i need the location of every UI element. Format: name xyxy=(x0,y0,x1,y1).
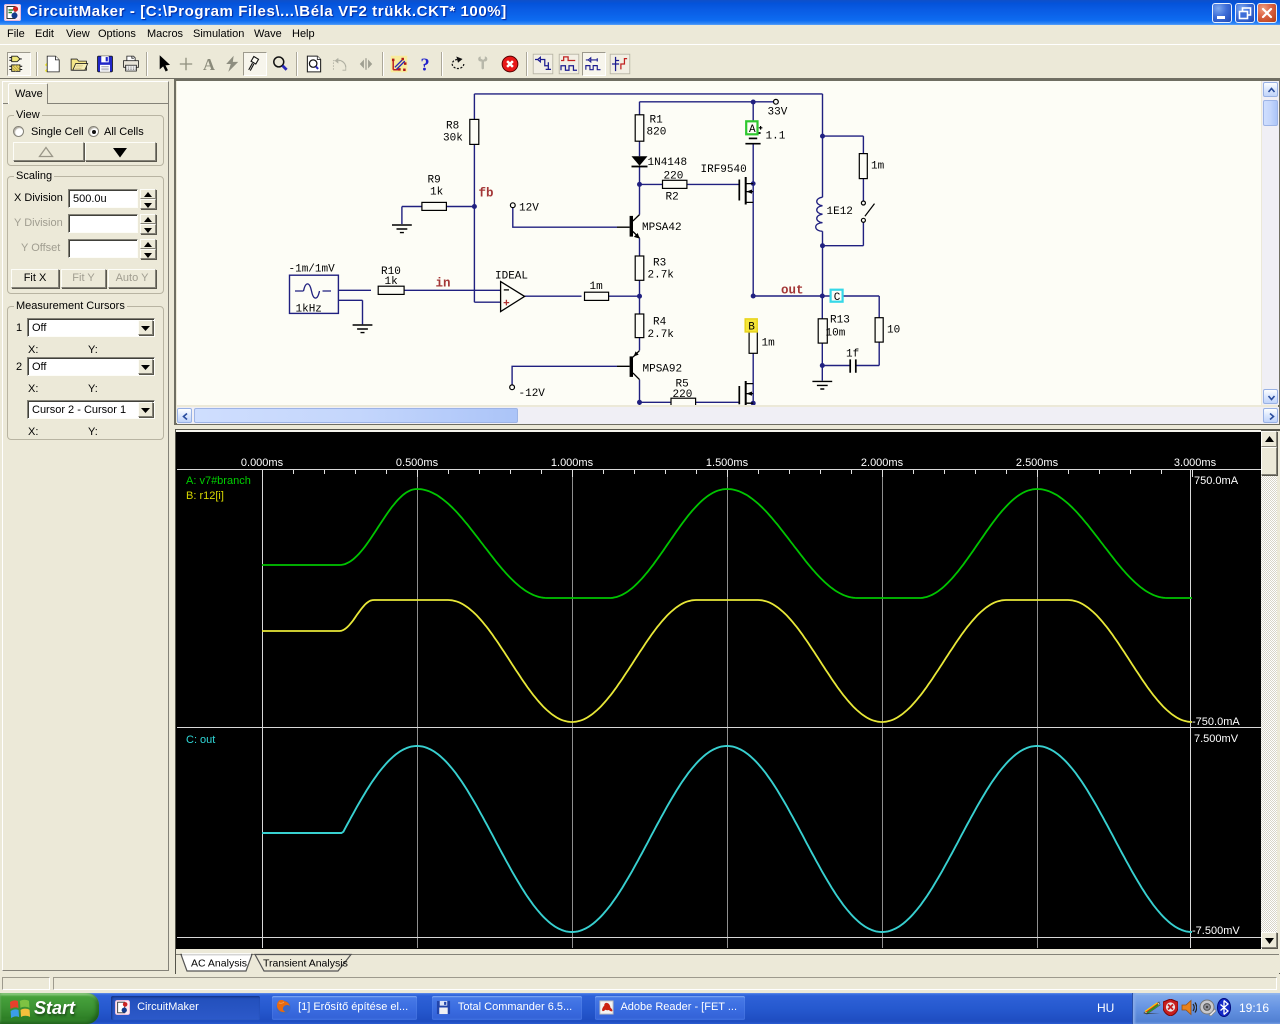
svg-text:0.000ms: 0.000ms xyxy=(241,457,284,469)
svg-text:12V: 12V xyxy=(519,203,539,215)
svg-text:220: 220 xyxy=(673,389,693,401)
svg-text:2.7k: 2.7k xyxy=(648,329,675,341)
svg-text:3.000ms: 3.000ms xyxy=(1174,457,1217,469)
svg-text:1.500ms: 1.500ms xyxy=(706,457,749,469)
svg-text:1E12: 1E12 xyxy=(827,206,853,218)
svg-text:750.0mA: 750.0mA xyxy=(1194,475,1239,487)
svg-text:B: B xyxy=(748,322,755,334)
svg-text:R3: R3 xyxy=(653,258,666,270)
svg-text:2.500ms: 2.500ms xyxy=(1016,457,1059,469)
svg-text:10m: 10m xyxy=(826,328,846,340)
svg-text:-7.500mV: -7.500mV xyxy=(1192,925,1240,937)
svg-text:A: v7#branch: A: v7#branch xyxy=(186,475,251,487)
svg-text:Transient Analysis: Transient Analysis xyxy=(263,958,348,970)
svg-text:in: in xyxy=(436,277,451,291)
svg-text:-12V: -12V xyxy=(519,388,546,400)
svg-text:0.500ms: 0.500ms xyxy=(396,457,439,469)
svg-text:R13: R13 xyxy=(830,315,850,327)
svg-text:R8: R8 xyxy=(446,121,459,133)
svg-text:1k: 1k xyxy=(385,276,399,288)
svg-text:1kHz: 1kHz xyxy=(296,304,322,316)
svg-text:MPSA92: MPSA92 xyxy=(643,364,683,376)
svg-text:out: out xyxy=(781,284,804,298)
svg-text:1.000ms: 1.000ms xyxy=(551,457,594,469)
svg-text:-750.0mA: -750.0mA xyxy=(1192,716,1240,728)
svg-text:IDEAL: IDEAL xyxy=(495,271,528,283)
svg-text:IRF9540: IRF9540 xyxy=(701,164,747,176)
svg-text:30k: 30k xyxy=(443,133,463,145)
svg-text:MPSA42: MPSA42 xyxy=(642,222,682,234)
svg-text:AC Analysis: AC Analysis xyxy=(191,958,247,970)
svg-text:2.000ms: 2.000ms xyxy=(861,457,904,469)
svg-text:A: A xyxy=(203,55,215,74)
svg-text:A: A xyxy=(749,124,756,136)
svg-text:-1m/1mV: -1m/1mV xyxy=(289,264,336,276)
svg-text:1N4148: 1N4148 xyxy=(648,157,688,169)
svg-text:220: 220 xyxy=(664,171,684,183)
svg-text:10: 10 xyxy=(887,325,900,337)
svg-text:33V: 33V xyxy=(768,107,788,119)
svg-text:C: out: C: out xyxy=(186,734,215,746)
svg-text:1m: 1m xyxy=(762,338,776,350)
svg-text:1f: 1f xyxy=(846,349,859,361)
svg-text:2.7k: 2.7k xyxy=(648,270,675,282)
svg-text:?: ? xyxy=(420,55,429,75)
svg-text:R2: R2 xyxy=(666,192,679,204)
svg-text:fb: fb xyxy=(479,187,494,201)
svg-text:1.1: 1.1 xyxy=(766,131,786,143)
svg-text:1m: 1m xyxy=(871,161,885,173)
svg-text:R9: R9 xyxy=(428,175,441,187)
svg-text:R4: R4 xyxy=(653,317,667,329)
svg-text:R1: R1 xyxy=(650,115,664,127)
svg-text:1k: 1k xyxy=(430,187,444,199)
svg-text:B: r12[i]: B: r12[i] xyxy=(186,490,224,502)
svg-text:820: 820 xyxy=(647,127,667,139)
svg-text:7.500mV: 7.500mV xyxy=(1194,733,1239,745)
svg-text:C: C xyxy=(834,292,841,304)
svg-text:1m: 1m xyxy=(590,281,604,293)
